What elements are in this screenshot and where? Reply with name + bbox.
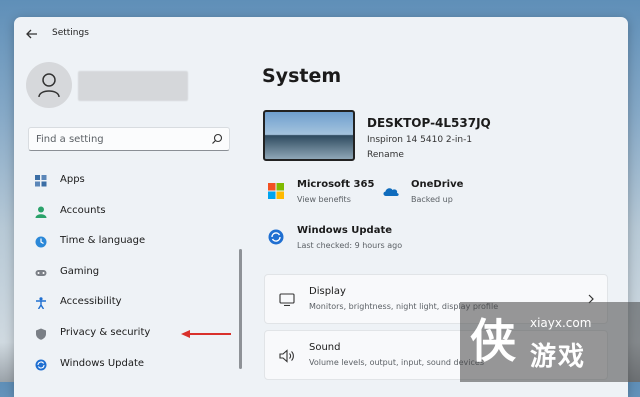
sidebar-item-label: Gaming: [60, 266, 100, 277]
page-title: System: [262, 65, 342, 87]
apps-icon: [35, 175, 47, 187]
sidebar-item-label: Time & language: [60, 235, 146, 246]
tile-subtitle: Backed up: [411, 195, 453, 204]
watermark-symbol: 侠: [470, 314, 516, 368]
device-image: [263, 110, 355, 161]
sidebar-item-accounts[interactable]: Accounts: [28, 198, 228, 226]
tile-subtitle: Last checked: 9 hours ago: [297, 241, 403, 250]
card-title: Sound: [309, 342, 341, 353]
card-subtitle: Volume levels, output, input, sound devi…: [309, 358, 484, 367]
card-title: Display: [309, 286, 346, 297]
search-input[interactable]: Find a setting: [28, 127, 230, 151]
sidebar-item-label: Accessibility: [60, 296, 122, 307]
user-name-redacted: [78, 71, 188, 101]
sidebar-item-label: Accounts: [60, 205, 106, 216]
sidebar-item-label: Apps: [60, 174, 85, 185]
sidebar-scrollbar[interactable]: [239, 249, 242, 369]
tile-subtitle: View benefits: [297, 195, 351, 204]
tile-title: OneDrive: [411, 179, 464, 190]
sidebar-item-apps[interactable]: Apps: [28, 167, 228, 195]
search-icon[interactable]: [211, 133, 223, 145]
person-icon: [38, 73, 60, 98]
monitor-icon: [279, 293, 295, 306]
sidebar-item-label: Privacy & security: [60, 327, 151, 338]
window-title: Settings: [52, 28, 89, 38]
watermark-text: 游戏: [530, 342, 587, 372]
controller-icon: [35, 270, 47, 276]
back-arrow-icon[interactable]: [24, 26, 40, 42]
cloud-icon: [383, 188, 399, 196]
update-icon: [35, 359, 47, 371]
speaker-icon: [279, 349, 294, 363]
sidebar-item-accessibility[interactable]: Accessibility: [28, 289, 228, 317]
accessibility-icon: [36, 297, 46, 309]
annotation-arrow: [181, 330, 231, 338]
device-name: DESKTOP-4L537JQ: [367, 116, 491, 130]
sidebar-item-gaming[interactable]: Gaming: [28, 259, 228, 287]
person-icon: [35, 206, 47, 218]
device-model: Inspiron 14 5410 2-in-1: [367, 135, 473, 145]
sidebar-item-time-language[interactable]: Time & language: [28, 228, 228, 256]
title-bar: Settings: [14, 17, 628, 51]
sidebar-item-label: Windows Update: [60, 358, 145, 369]
tile-title: Microsoft 365: [297, 179, 375, 190]
avatar[interactable]: [26, 62, 72, 108]
search-placeholder: Find a setting: [36, 134, 104, 145]
microsoft-logo-icon: [268, 183, 284, 199]
update-icon: [268, 229, 284, 245]
globe-clock-icon: [35, 236, 47, 248]
watermark-url: xiayx.com: [530, 316, 592, 330]
tile-title: Windows Update: [297, 225, 393, 236]
rename-link[interactable]: Rename: [367, 150, 404, 160]
shield-icon: [36, 328, 46, 340]
sidebar-item-windows-update[interactable]: Windows Update: [28, 351, 228, 379]
